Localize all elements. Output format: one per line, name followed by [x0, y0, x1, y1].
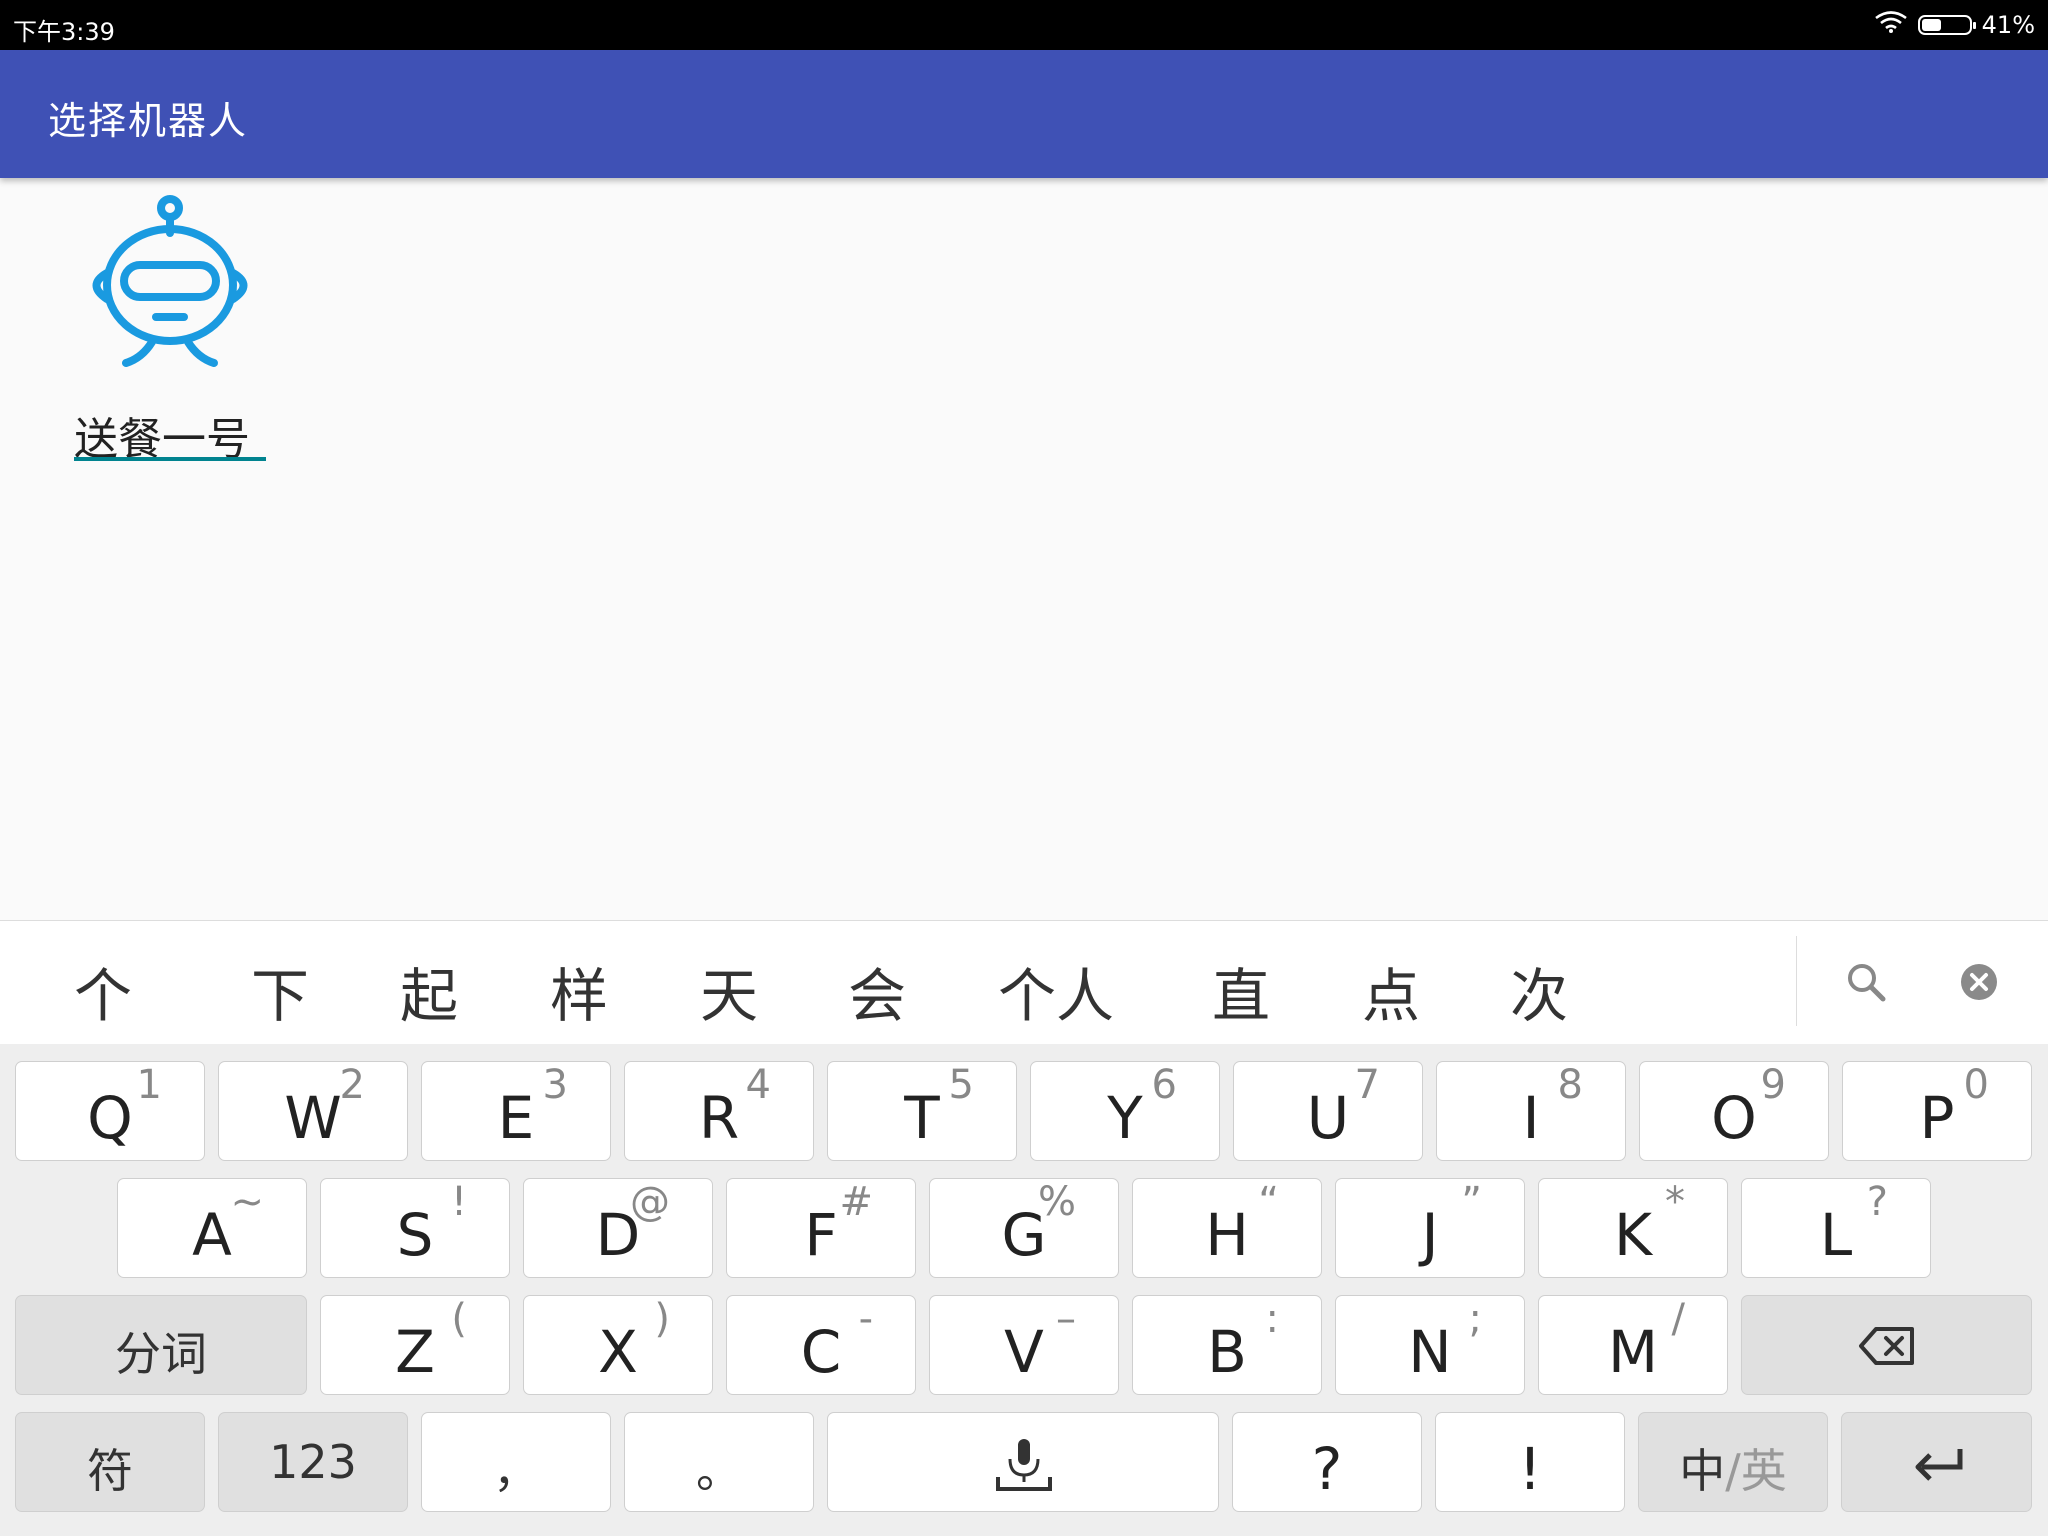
robot-name-underline [74, 457, 266, 461]
numbers-key[interactable]: 123 [218, 1412, 408, 1512]
key-z[interactable]: Z ( [320, 1295, 510, 1395]
candidate-separator [1796, 936, 1797, 1026]
wifi-icon [1874, 10, 1908, 40]
candidate-word[interactable]: 起 [400, 949, 458, 1033]
candidate-word[interactable]: 个人 [998, 949, 1114, 1033]
candidate-word[interactable]: 样 [550, 949, 608, 1033]
app-bar: 选择机器人 [0, 50, 2048, 178]
key-w[interactable]: W 2 [218, 1061, 408, 1161]
battery-percent: 41% [1981, 11, 2035, 39]
battery-icon [1917, 15, 1976, 35]
lang-zh: 中 [1679, 1444, 1726, 1498]
period-key[interactable]: 。 [624, 1412, 814, 1512]
language-switch-key[interactable]: 中/英 [1638, 1412, 1828, 1512]
lang-sep: / [1725, 1444, 1741, 1498]
key-n[interactable]: N ; [1335, 1295, 1525, 1395]
page-title: 选择机器人 [48, 99, 249, 143]
symbols-key[interactable]: 符 [15, 1412, 205, 1512]
key-l[interactable]: L ? [1741, 1178, 1931, 1278]
space-voice-key[interactable] [827, 1412, 1219, 1512]
key-p[interactable]: P 0 [1842, 1061, 2032, 1161]
candidate-word[interactable]: 会 [848, 949, 906, 1033]
key-j[interactable]: J ” [1335, 1178, 1525, 1278]
key-m[interactable]: M / [1538, 1295, 1728, 1395]
backspace-icon [1858, 1326, 1916, 1370]
robot-icon [92, 195, 248, 367]
enter-icon [1912, 1445, 1966, 1485]
candidate-word[interactable]: 直 [1212, 949, 1270, 1033]
backspace-key[interactable] [1741, 1295, 2032, 1395]
status-bar: 下午3:39 41% [0, 0, 2048, 50]
question-key[interactable]: ? [1232, 1412, 1422, 1512]
key-r[interactable]: R 4 [624, 1061, 814, 1161]
key-i[interactable]: I 8 [1436, 1061, 1626, 1161]
key-k[interactable]: K * [1538, 1178, 1728, 1278]
key-x[interactable]: X ) [523, 1295, 713, 1395]
key-a[interactable]: A ~ [117, 1178, 307, 1278]
key-c[interactable]: C - [726, 1295, 916, 1395]
lang-en: 英 [1740, 1444, 1787, 1498]
search-icon[interactable] [1845, 961, 1887, 1007]
key-s[interactable]: S ! [320, 1178, 510, 1278]
key-t[interactable]: T 5 [827, 1061, 1017, 1161]
status-time: 下午3:39 [13, 18, 115, 46]
candidate-word[interactable]: 次 [1510, 949, 1568, 1033]
candidate-word[interactable]: 下 [251, 949, 309, 1033]
key-e[interactable]: E 3 [421, 1061, 611, 1161]
microphone-icon [995, 1435, 1053, 1497]
soft-keyboard: Q 1 W 2 E 3 R 4 T 5 Y 6 U 7 I 8 O 9 P 0 … [0, 1044, 2048, 1536]
key-o[interactable]: O 9 [1639, 1061, 1829, 1161]
key-d[interactable]: D @ [523, 1178, 713, 1278]
exclaim-key[interactable]: ! [1435, 1412, 1625, 1512]
key-f[interactable]: F # [726, 1178, 916, 1278]
key-h[interactable]: H “ [1132, 1178, 1322, 1278]
key-y[interactable]: Y 6 [1030, 1061, 1220, 1161]
candidate-word[interactable]: 天 [700, 949, 758, 1033]
candidate-bar: 个 下 起 样 天 会 个人 直 点 次 [0, 920, 2048, 1045]
close-circle-icon[interactable] [1960, 963, 1998, 1005]
enter-key[interactable] [1841, 1412, 2032, 1512]
robot-item[interactable]: 送餐一号 [70, 195, 270, 465]
key-g[interactable]: G % [929, 1178, 1119, 1278]
comma-key[interactable]: ， [421, 1412, 611, 1512]
key-v[interactable]: V – [929, 1295, 1119, 1395]
key-q[interactable]: Q 1 [15, 1061, 205, 1161]
segment-key[interactable]: 分词 [15, 1295, 307, 1395]
key-b[interactable]: B : [1132, 1295, 1322, 1395]
key-u[interactable]: U 7 [1233, 1061, 1423, 1161]
candidate-word[interactable]: 个 [74, 949, 132, 1033]
candidate-word[interactable]: 点 [1362, 949, 1420, 1033]
